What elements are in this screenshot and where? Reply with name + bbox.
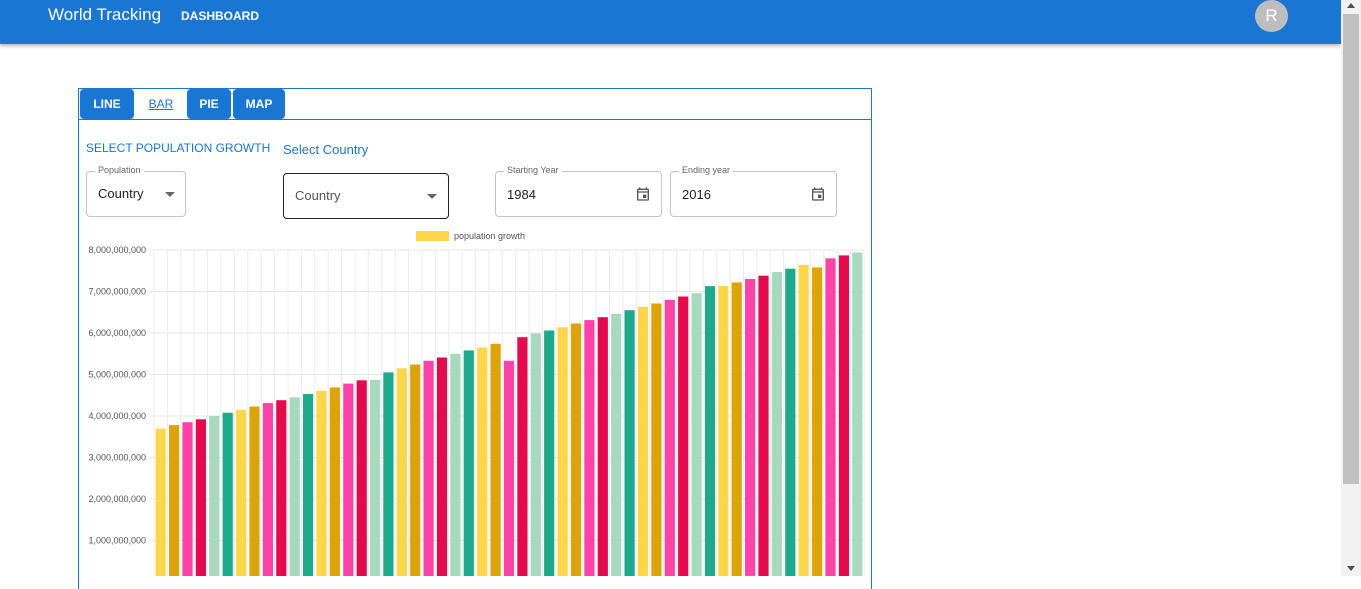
legend-swatch[interactable] <box>416 231 449 241</box>
chart-bar[interactable] <box>423 360 434 576</box>
chart-bar[interactable] <box>276 400 287 576</box>
chart-bar[interactable] <box>303 394 314 576</box>
tab-pie[interactable]: PIE <box>187 89 231 119</box>
chart-bar[interactable] <box>785 268 796 576</box>
app-bar: World Tracking DASHBOARD R <box>0 0 1341 44</box>
chevron-down-icon <box>165 192 175 197</box>
y-tick-label: 1,000,000,000 <box>88 536 146 546</box>
population-bar-chart: 8,000,000,000 7,000,000,000 6,000,000,000 5… <box>88 245 865 577</box>
y-axis-ticks: 8,000,000,000 7,000,000,000 6,000,000,000 5… <box>88 245 146 546</box>
chart-bar[interactable] <box>289 397 300 576</box>
chart-bar[interactable] <box>678 296 689 577</box>
chevron-down-icon <box>427 194 437 199</box>
starting-year-value: 1984 <box>507 187 536 202</box>
chart-bar[interactable] <box>637 306 649 576</box>
calendar-icon[interactable] <box>810 186 826 202</box>
chart-bar[interactable] <box>691 293 702 576</box>
scroll-up-arrow-icon[interactable] <box>1347 3 1355 8</box>
chart-bar[interactable] <box>704 286 716 576</box>
y-tick-label: 4,000,000,000 <box>88 411 146 421</box>
chart-bar[interactable] <box>182 422 193 576</box>
ending-year-value: 2016 <box>682 187 711 202</box>
chart-bar[interactable] <box>396 368 407 576</box>
chart-bar[interactable] <box>745 279 756 576</box>
chart-bar[interactable] <box>369 379 381 576</box>
tab-line[interactable]: LINE <box>80 89 134 119</box>
chart-bar[interactable] <box>731 282 742 576</box>
chart-bar[interactable] <box>651 303 662 577</box>
app-title[interactable]: World Tracking <box>48 5 161 25</box>
chart-type-tabs: LINE BAR PIE MAP <box>78 88 872 120</box>
calendar-icon[interactable] <box>635 186 651 202</box>
chart-bar[interactable] <box>262 403 273 576</box>
ending-year-field[interactable]: Ending year 2016 <box>670 165 837 217</box>
scroll-down-arrow-icon[interactable] <box>1347 566 1355 571</box>
chart-bar[interactable] <box>463 350 474 576</box>
chart-bar[interactable] <box>222 412 233 576</box>
population-select-value: Country <box>98 186 144 201</box>
chart-bar[interactable] <box>155 428 166 577</box>
chart-bar[interactable] <box>316 390 327 576</box>
chart-bar[interactable] <box>490 343 501 576</box>
y-tick-label: 6,000,000,000 <box>88 328 146 338</box>
chart-bar[interactable] <box>798 264 809 576</box>
y-tick-label: 7,000,000,000 <box>88 287 146 297</box>
chart-bar[interactable] <box>597 317 608 576</box>
chart-bar[interactable] <box>812 267 823 576</box>
chart-bar[interactable] <box>530 333 541 576</box>
chart-bar[interactable] <box>477 347 488 577</box>
y-tick-label: 3,000,000,000 <box>88 453 146 463</box>
population-select[interactable]: Population Country <box>86 165 186 217</box>
legend-label[interactable]: population growth <box>454 231 525 241</box>
chart-bar[interactable] <box>195 419 206 576</box>
chart-bar[interactable] <box>436 357 448 577</box>
chart-bar[interactable] <box>584 320 595 576</box>
select-country-heading: Select Country <box>283 142 369 157</box>
page-scrollbar[interactable] <box>1341 0 1361 576</box>
country-select[interactable]: Country <box>283 173 449 219</box>
chart-bar[interactable] <box>544 330 555 577</box>
tab-map[interactable]: MAP <box>233 89 285 119</box>
y-tick-label: 5,000,000,000 <box>88 370 146 380</box>
population-select-label: Population <box>95 165 144 175</box>
y-tick-label: 2,000,000,000 <box>88 494 146 504</box>
ending-year-label: Ending year <box>679 165 734 175</box>
chart-bar[interactable] <box>503 360 515 576</box>
chart-bar[interactable] <box>611 313 622 576</box>
y-tick-label: 8,000,000,000 <box>88 245 146 255</box>
starting-year-label: Starting Year <box>504 165 562 175</box>
chart-bar[interactable] <box>758 275 769 576</box>
chart-bar[interactable] <box>825 258 836 576</box>
chart-bar[interactable] <box>410 364 421 577</box>
chart-bar[interactable] <box>249 406 260 577</box>
scrollbar-thumb[interactable] <box>1343 14 1359 484</box>
chart-bar[interactable] <box>624 310 635 576</box>
chart-bar[interactable] <box>209 416 220 576</box>
chart-bar[interactable] <box>517 337 528 576</box>
chart-bar[interactable] <box>450 353 461 576</box>
chart-bar[interactable] <box>329 387 340 576</box>
chart-bar[interactable] <box>718 286 729 576</box>
country-select-placeholder: Country <box>295 188 341 203</box>
chart-bar[interactable] <box>383 372 394 576</box>
chart-bar[interactable] <box>664 299 675 576</box>
select-population-growth-heading: SELECT POPULATION GROWTH <box>86 141 271 155</box>
chart-bar[interactable] <box>169 425 180 576</box>
chart-bar[interactable] <box>236 409 247 576</box>
chart-bar[interactable] <box>852 252 863 577</box>
avatar[interactable]: R <box>1255 0 1288 32</box>
chart-bar[interactable] <box>343 383 354 576</box>
chart-bar[interactable] <box>557 327 568 576</box>
chart-bar[interactable] <box>356 380 367 576</box>
chart-bar[interactable] <box>771 272 782 576</box>
chart-bar[interactable] <box>570 323 582 577</box>
tab-bar[interactable]: BAR <box>141 89 181 119</box>
nav-dashboard-link[interactable]: DASHBOARD <box>181 9 259 23</box>
chart-bar[interactable] <box>838 255 849 576</box>
starting-year-field[interactable]: Starting Year 1984 <box>495 165 662 217</box>
